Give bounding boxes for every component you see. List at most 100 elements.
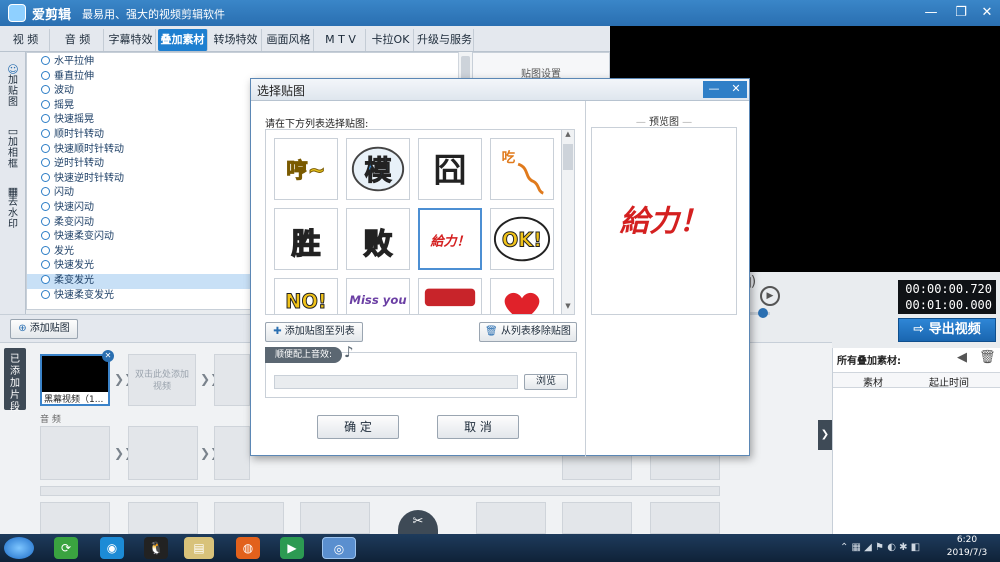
tab-mtv[interactable]: M T V [316,29,366,51]
timeline-clip[interactable]: 黑幕视频（1... ✕ [40,350,114,406]
radio-icon [41,231,50,241]
dialog-minimize-button[interactable]: — [703,81,725,98]
scrollbar-thumb[interactable] [563,144,573,170]
browse-button[interactable]: 浏览 [524,374,568,390]
radio-icon [41,114,50,124]
add-video-slot[interactable]: 双击此处添加视频 [128,354,196,406]
audio-slot[interactable] [128,426,198,480]
overlay-slot[interactable] [214,502,284,534]
scroll-down-icon[interactable]: ▼ [563,302,573,312]
back-icon[interactable]: ◀ [957,350,967,365]
sticker-miss-text: Miss you [349,293,406,307]
radio-icon [41,143,50,153]
tab-remove-watermark[interactable]: ▦ 去水印 [2,186,24,230]
tab-audio[interactable]: 音 频 [52,29,104,51]
sticker-mo[interactable]: 模 [346,138,410,200]
tab-subtitle-effects[interactable]: 字幕特效 [106,29,156,51]
sticker-jiong[interactable]: 囧 [418,138,482,200]
play-button[interactable]: ▶ [760,286,780,306]
effect-label: 柔变闪动 [54,216,94,228]
app-logo-icon [8,4,26,22]
tab-overlay-material[interactable]: 叠加素材 [158,29,208,51]
effect-label: 逆时针转动 [54,158,104,170]
audio-track-label: 音 频 [40,415,61,425]
ok-button[interactable]: 确 定 [317,415,399,439]
table-header: 素材 起止时间 [833,372,1000,389]
effect-label: 快速逆时针转动 [54,172,124,184]
video-app-icon[interactable]: ▶ [280,537,304,559]
tab-add-frame[interactable]: ▭ 加相框 [2,126,24,170]
overlay-slot[interactable] [128,502,198,534]
sticker-chi[interactable]: 吃 [490,138,554,200]
sticker-no[interactable]: NO! [274,278,338,314]
start-button[interactable] [4,537,34,559]
clock[interactable]: 6:20 2019/7/3 [938,534,996,560]
overlay-materials-panel: 所有叠加素材: ◀ 🗑 素材 起止时间 [832,348,1000,534]
overlay-slot[interactable] [300,502,370,534]
effect-label: 波动 [54,85,74,97]
sticker-sheng[interactable]: 胜 [274,208,338,270]
preview-sticker-text: 給力！ [619,204,709,238]
sticker-grid-scrollbar[interactable]: ▲ ▼ [561,129,575,315]
remove-clip-icon[interactable]: ✕ [102,350,114,362]
sticker-heng[interactable]: 哼~ [274,138,338,200]
sticker-red-banner[interactable] [418,278,482,314]
sticker-geili[interactable]: 給力！ [418,208,482,270]
qq-icon[interactable]: 🐧 [144,537,168,559]
title-bar: 爱剪辑 最易用、强大的视频剪辑软件 — ❐ ✕ [0,0,1000,26]
sticker-preview: 給力！ [591,127,737,315]
media-player-icon[interactable]: ◉ [100,537,124,559]
overlay-slot[interactable] [40,502,110,534]
left-vertical-tabs: ☺ 加贴图 ▭ 加相框 ▦ 去水印 [0,52,26,314]
overlay-slot[interactable] [562,502,632,534]
restore-button[interactable]: ❐ [950,3,972,23]
overlay-slot[interactable] [476,502,546,534]
security-app-icon[interactable]: ⟳ [54,537,78,559]
effect-label: 发光 [54,245,74,257]
scroll-up-icon[interactable]: ▲ [563,130,573,140]
list-item[interactable]: 水平拉伸 [27,55,457,70]
add-sticker-button[interactable]: ⊕ 添加贴图 [10,319,78,339]
col-start-end-time: 起止时间 [929,378,969,389]
sticker-ok[interactable]: OK! [490,208,554,270]
trash-icon[interactable]: 🗑 [979,350,996,365]
firefox-icon[interactable]: ◍ [236,537,260,559]
audio-slot[interactable] [40,426,110,480]
effect-label: 垂直拉伸 [54,70,94,82]
close-button[interactable]: ✕ [976,3,998,23]
tab-video[interactable]: 视 频 [2,29,50,51]
add-sticker-label: 添加贴图 [29,323,70,334]
radio-icon [41,158,50,168]
effect-label: 水平拉伸 [54,56,94,67]
tab-transition-effects[interactable]: 转场特效 [210,29,262,51]
trash-icon: 🗑 [485,326,498,337]
sound-effect-path-input[interactable] [274,375,518,389]
tray-icons[interactable]: ⌃ ▦ ◢ ⚑ ◐ ✱ ◧ [840,542,920,553]
effect-label: 快速柔变闪动 [54,231,114,243]
audio-slot[interactable] [214,426,250,480]
remove-sticker-from-list-button[interactable]: 🗑 从列表移除贴图 [479,322,577,342]
overlay-slot[interactable] [650,502,720,534]
progress-handle[interactable] [758,308,768,318]
sticker-heart[interactable] [490,278,554,314]
minimize-button[interactable]: — [920,3,942,23]
sticker-miss[interactable]: Miss you [346,278,410,314]
sticker-bai[interactable]: 败 [346,208,410,270]
add-sticker-to-list-button[interactable]: ✚ 添加贴图至列表 [265,322,363,342]
taskbar: ⟳ ◉ 🐧 ▤ ◍ ▶ ◎ ⌃ ▦ ◢ ⚑ ◐ ✱ ◧ 6:20 2019/7/… [0,534,1000,562]
video-slot[interactable] [214,354,250,406]
add-sticker-icon: ⊕ [18,323,27,334]
cancel-button[interactable]: 取 消 [437,415,519,439]
file-explorer-icon[interactable]: ▤ [184,537,214,559]
tab-karaoke[interactable]: 卡拉OK [368,29,414,51]
dialog-close-button[interactable]: ✕ [725,81,747,98]
added-clips-tab[interactable]: 已添加片段 [4,348,26,413]
tab-picture-style[interactable]: 画面风格 [264,29,314,51]
aijianji-taskbar-icon[interactable]: ◎ [322,537,356,559]
sticker-icon: ☺ [7,63,19,76]
collapse-panel-icon[interactable]: ❯ [818,420,832,450]
export-video-button[interactable]: ⇨ 导出视频 [898,318,996,342]
tab-add-sticker[interactable]: ☺ 加贴图 [2,64,24,108]
plus-icon: ✚ [273,326,282,337]
tab-upgrade-service[interactable]: 升级与服务 [416,29,474,51]
